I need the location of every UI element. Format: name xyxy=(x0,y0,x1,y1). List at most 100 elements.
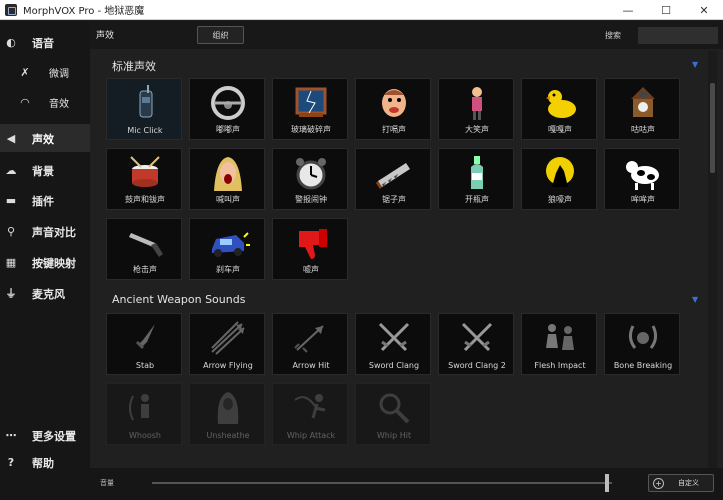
sidebar: ◐ 语音 ✗ 微调 ◠ 音效 ◀ 声效 ☁ 背景 ▬ 插件 ⚲ 声音对比 ▦ 按键映射 ⏚ 麦克风 ⋯ 更多设置? 帮助 xyxy=(0,21,90,500)
sound-effect-label: 咕咕声 xyxy=(631,125,655,134)
cuckoo-clock-icon xyxy=(605,82,681,124)
bottle-icon xyxy=(439,152,515,194)
sound-effect-label: 玻璃破碎声 xyxy=(291,125,331,134)
sound-effect-tile[interactable]: 嘟嘟声 xyxy=(189,78,265,140)
whip-hit-icon xyxy=(356,387,432,429)
window-controls: — ☐ ✕ xyxy=(609,0,723,20)
sound-effect-tile[interactable]: Flesh Impact xyxy=(521,313,597,375)
sidebar-item-more-settings[interactable]: ⋯ 更多设置 xyxy=(0,421,90,449)
sidebar-item-help[interactable]: ? 帮助 xyxy=(0,448,90,476)
sound-effect-label: 大笑声 xyxy=(465,125,489,134)
collapse-chevron-icon[interactable]: ▼ xyxy=(692,295,702,304)
sound-effect-tile[interactable]: 狼嚎声 xyxy=(521,148,597,210)
sidebar-item-hotkeys[interactable]: ▦ 按键映射 xyxy=(0,248,90,276)
sound-effects-list: 标准声效 ▼ Mic Click 嘟嘟声 玻璃破碎声 打嗝声 大笑声 嘎嘎声 咕咕声鼓声和钹声 喊… xyxy=(104,49,708,468)
sidebar-item-label: 背景 xyxy=(32,165,54,178)
sidebar-item-background[interactable]: ☁ 背景 xyxy=(0,156,90,184)
sidebar-item-voice[interactable]: ◐ 语音 xyxy=(0,28,90,56)
magnifier-icon: ⚲ xyxy=(6,224,16,238)
sound-effect-tile[interactable]: 哞哞声 xyxy=(604,148,680,210)
sound-effect-tile[interactable]: Sword Clang xyxy=(355,313,431,375)
sidebar-item-label: 音效 xyxy=(49,99,69,110)
minimize-button[interactable]: — xyxy=(609,0,647,20)
sound-effect-tile[interactable]: Arrow Flying xyxy=(189,313,265,375)
window-title: MorphVOX Pro - 地狱恶魔 xyxy=(23,6,145,17)
plug-icon: ▬ xyxy=(5,193,17,207)
sound-effect-tile[interactable]: 嘘声 xyxy=(272,218,348,280)
voice-icon: ◐ xyxy=(6,35,16,49)
sidebar-item-tweak[interactable]: ✗ 微调 xyxy=(0,58,90,86)
help-icon: ? xyxy=(7,455,15,469)
sound-effect-label: 打嗝声 xyxy=(382,125,406,134)
sound-effect-tile[interactable]: 嘎嘎声 xyxy=(521,78,597,140)
sound-effect-tile[interactable]: 玻璃破碎声 xyxy=(272,78,348,140)
bottom-bar: 音量 + 自定义 xyxy=(90,468,723,500)
sound-effect-tile[interactable]: Sword Clang 2 xyxy=(438,313,514,375)
toolbar: 声效 组织 搜索 xyxy=(90,21,723,49)
sidebar-item-label: 微调 xyxy=(49,69,69,80)
sound-effect-label: Sword Clang 2 xyxy=(448,361,506,370)
sound-effect-label: Sword Clang xyxy=(368,361,420,370)
sound-effect-tile[interactable]: Bone Breaking xyxy=(604,313,680,375)
sidebar-item-voice-compare[interactable]: ⚲ 声音对比 xyxy=(0,217,90,245)
search-label: 搜索 xyxy=(605,31,621,40)
sound-effect-tile[interactable]: 鼓声和钹声 xyxy=(106,148,182,210)
sound-effect-label: 嘘声 xyxy=(303,265,319,274)
section-title: 声效 xyxy=(96,31,115,41)
sound-effect-label: 开瓶声 xyxy=(465,195,489,204)
sound-effect-tile[interactable]: Stab xyxy=(106,313,182,375)
scrollbar-thumb[interactable] xyxy=(710,83,715,173)
crossed-swords-icon xyxy=(356,317,432,359)
group-title: 标准声效 xyxy=(112,60,156,73)
sound-effect-tile[interactable]: 枪击声 xyxy=(106,218,182,280)
more-icon: ⋯ xyxy=(5,428,17,442)
rubber-duck-icon xyxy=(522,82,598,124)
cow-icon xyxy=(605,152,681,194)
customize-button[interactable]: + 自定义 xyxy=(648,474,714,492)
app-window: MorphVOX Pro - 地狱恶魔 — ☐ ✕ ◐ 语音 ✗ 微调 ◠ 音效 ◀ 声效 ☁ 背… xyxy=(0,0,723,500)
sidebar-item-label: 按键映射 xyxy=(32,257,76,270)
sound-effect-tile[interactable]: Mic Click xyxy=(106,78,182,140)
sound-effect-label: Unsheathe xyxy=(206,431,250,440)
sidebar-item-sound-effects[interactable]: ◀ 声效 xyxy=(0,124,90,152)
sound-effect-label: 锯子声 xyxy=(382,195,406,204)
sidebar-item-effects[interactable]: ◠ 音效 xyxy=(0,88,90,116)
sound-effect-tile[interactable]: 警报闹钟 xyxy=(272,148,348,210)
cloud-icon: ☁ xyxy=(5,163,17,177)
sidebar-item-microphone[interactable]: ⏚ 麦克风 xyxy=(0,279,90,307)
collapse-chevron-icon[interactable]: ▼ xyxy=(692,60,702,69)
sound-effect-tile[interactable]: 打嗝声 xyxy=(355,78,431,140)
sound-effect-tile[interactable]: Whip Hit xyxy=(355,383,431,445)
howling-wolf-icon xyxy=(522,152,598,194)
sound-effect-label: Arrow Hit xyxy=(292,361,330,370)
sound-effect-tile[interactable]: 锯子声 xyxy=(355,148,431,210)
sound-effect-tile[interactable]: Unsheathe xyxy=(189,383,265,445)
sound-effect-tile[interactable]: 开瓶声 xyxy=(438,148,514,210)
volume-slider-handle[interactable] xyxy=(605,474,609,492)
sidebar-item-plugins[interactable]: ▬ 插件 xyxy=(0,186,90,214)
maximize-button[interactable]: ☐ xyxy=(647,0,685,20)
broken-window-icon xyxy=(273,82,349,124)
sound-effect-label: 狼嚎声 xyxy=(548,195,572,204)
sound-effect-label: Whip Hit xyxy=(376,431,412,440)
sound-effect-tile[interactable]: 刹车声 xyxy=(189,218,265,280)
sidebar-item-label: 插件 xyxy=(32,195,54,208)
whip-icon xyxy=(273,387,349,429)
sound-effect-label: 枪击声 xyxy=(133,265,157,274)
close-button[interactable]: ✕ xyxy=(685,0,723,20)
vertical-scrollbar[interactable] xyxy=(708,51,717,469)
sound-effect-tile[interactable]: 咕咕声 xyxy=(604,78,680,140)
sound-effect-tile[interactable]: 喊叫声 xyxy=(189,148,265,210)
sound-effect-tile[interactable]: 大笑声 xyxy=(438,78,514,140)
archer-icon xyxy=(107,387,183,429)
sound-effect-tile[interactable]: Whip Attack xyxy=(272,383,348,445)
sound-effect-label: Bone Breaking xyxy=(613,361,673,370)
sidebar-item-label: 声音对比 xyxy=(32,226,76,239)
organize-button[interactable]: 组织 xyxy=(197,26,244,44)
steering-wheel-icon xyxy=(190,82,266,124)
sound-effect-tile[interactable]: Arrow Hit xyxy=(272,313,348,375)
sound-effect-tile[interactable]: Whoosh xyxy=(106,383,182,445)
sidebar-item-label: 声效 xyxy=(32,133,54,146)
volume-slider[interactable] xyxy=(152,482,612,484)
search-input[interactable] xyxy=(638,27,718,44)
